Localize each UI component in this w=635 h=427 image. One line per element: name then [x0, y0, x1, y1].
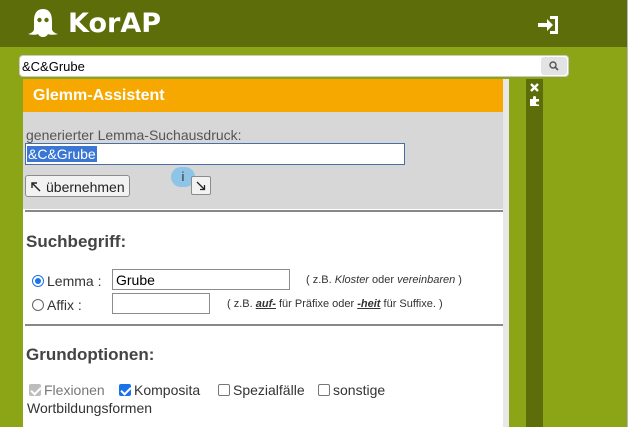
korap-logo[interactable]: KorAP	[26, 6, 161, 40]
apply-label: übernehmen	[46, 178, 125, 195]
option-inflections: Flexionen	[29, 382, 105, 398]
assistant-side-controls	[526, 79, 543, 427]
search-button[interactable]	[541, 57, 567, 75]
generated-expression-field[interactable]: &C&Grube	[25, 143, 405, 165]
arrow-down-right-icon	[196, 181, 206, 190]
glemm-assistant-panel: Glemm-Assistent generierter Lemma-Suchau…	[23, 79, 503, 427]
header-bar: KorAP	[0, 0, 627, 47]
option-compounds[interactable]: Komposita	[119, 382, 200, 398]
search-term-heading: Suchbegriff:	[26, 232, 127, 251]
basic-options-heading: Grundoptionen:	[26, 345, 155, 364]
app-name: KorAP	[68, 7, 161, 39]
option-other[interactable]: sonstige	[318, 382, 385, 398]
lemma-radio-row[interactable]: Lemma :	[32, 273, 101, 289]
compounds-checkbox[interactable]	[119, 384, 131, 396]
search-input[interactable]	[22, 57, 542, 75]
affix-radio[interactable]	[32, 299, 44, 311]
arrow-up-left-icon	[31, 181, 41, 191]
apply-button[interactable]: übernehmen	[25, 175, 130, 197]
close-icon[interactable]	[529, 82, 540, 93]
lemma-label: Lemma :	[47, 273, 102, 289]
generated-label: generierter Lemma-Suchausdruck:	[26, 127, 242, 143]
ghost-logo-icon	[28, 9, 58, 37]
option-other-continuation: Wortbildungsformen	[27, 400, 153, 416]
generated-expression-value: &C&Grube	[27, 146, 97, 162]
lemma-input[interactable]: Grube	[112, 269, 290, 290]
divider	[25, 210, 503, 212]
window-edge	[627, 0, 635, 427]
search-icon	[549, 61, 559, 71]
affix-hint: ( z.B. auf- für Präfixe oder -heit für S…	[227, 298, 443, 310]
puzzle-icon[interactable]	[529, 95, 540, 106]
divider	[25, 324, 503, 326]
login-icon[interactable]	[537, 15, 559, 35]
expand-button[interactable]	[191, 176, 211, 195]
other-checkbox[interactable]	[318, 384, 330, 396]
affix-label: Affix :	[47, 297, 82, 313]
affix-input[interactable]	[112, 293, 210, 314]
option-special-cases[interactable]: Spezialfälle	[218, 382, 305, 398]
panel-title: Glemm-Assistent	[23, 79, 503, 112]
lemma-radio[interactable]	[32, 275, 44, 287]
panel-scroll-track[interactable]	[503, 79, 509, 427]
search-bar	[19, 55, 569, 77]
generated-expression-area: generierter Lemma-Suchausdruck: &C&Grube…	[23, 112, 503, 209]
lemma-hint: ( z.B. Kloster oder vereinbaren )	[306, 274, 462, 286]
affix-radio-row[interactable]: Affix :	[32, 297, 82, 313]
inflections-checkbox	[29, 384, 41, 396]
special-cases-checkbox[interactable]	[218, 384, 230, 396]
